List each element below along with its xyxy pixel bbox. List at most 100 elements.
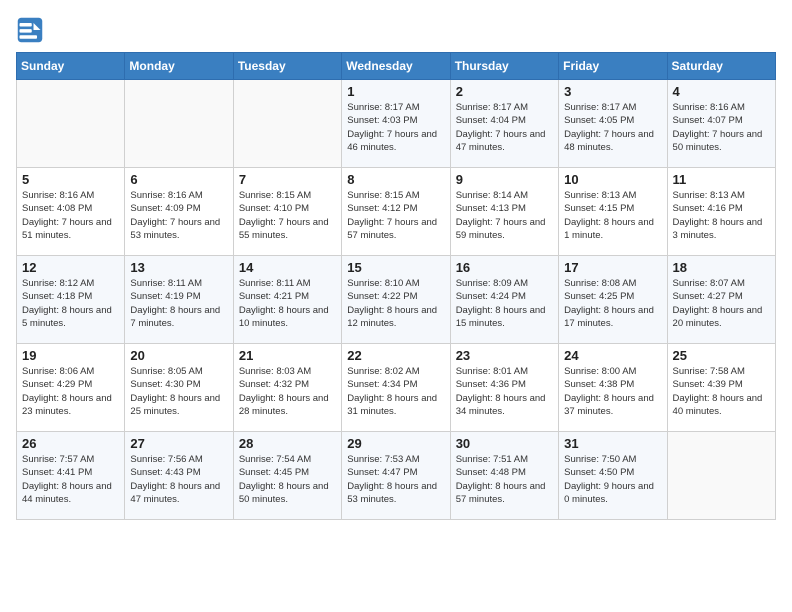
day-number: 19	[22, 348, 119, 363]
logo-icon	[16, 16, 44, 44]
day-number: 13	[130, 260, 227, 275]
day-info: Sunrise: 8:08 AM Sunset: 4:25 PM Dayligh…	[564, 277, 661, 330]
calendar-cell: 22 Sunrise: 8:02 AM Sunset: 4:34 PM Dayli…	[342, 344, 450, 432]
calendar-cell: 6 Sunrise: 8:16 AM Sunset: 4:09 PM Daylig…	[125, 168, 233, 256]
calendar-cell: 25Sunrise: 7:58 AM Sunset: 4:39 PM Dayli…	[667, 344, 775, 432]
day-number: 18	[673, 260, 770, 275]
calendar-cell: 20 Sunrise: 8:05 AM Sunset: 4:30 PM Dayli…	[125, 344, 233, 432]
calendar-cell: 4 Sunrise: 8:16 AM Sunset: 4:07 PM Daylig…	[667, 80, 775, 168]
calendar-cell: 9Sunrise: 8:14 AM Sunset: 4:13 PM Daylig…	[450, 168, 558, 256]
weekday-header: Wednesday	[342, 53, 450, 80]
day-number: 17	[564, 260, 661, 275]
day-info: Sunrise: 8:16 AM Sunset: 4:07 PM Dayligh…	[673, 101, 770, 154]
calendar-cell: 18Sunrise: 8:07 AM Sunset: 4:27 PM Dayli…	[667, 256, 775, 344]
calendar-cell: 2 Sunrise: 8:17 AM Sunset: 4:04 PM Daylig…	[450, 80, 558, 168]
day-number: 1	[347, 84, 444, 99]
day-info: Sunrise: 7:54 AM Sunset: 4:45 PM Dayligh…	[239, 453, 336, 506]
calendar-cell: 7 Sunrise: 8:15 AM Sunset: 4:10 PM Daylig…	[233, 168, 341, 256]
calendar-cell: 28 Sunrise: 7:54 AM Sunset: 4:45 PM Dayli…	[233, 432, 341, 520]
day-number: 24	[564, 348, 661, 363]
logo	[16, 16, 48, 44]
day-number: 16	[456, 260, 553, 275]
day-number: 29	[347, 436, 444, 451]
day-info: Sunrise: 8:17 AM Sunset: 4:04 PM Dayligh…	[456, 101, 553, 154]
calendar-cell: 24 Sunrise: 8:00 AM Sunset: 4:38 PM Dayli…	[559, 344, 667, 432]
day-info: Sunrise: 8:12 AM Sunset: 4:18 PM Dayligh…	[22, 277, 119, 330]
day-number: 30	[456, 436, 553, 451]
day-info: Sunrise: 8:13 AM Sunset: 4:16 PM Dayligh…	[673, 189, 770, 242]
day-info: Sunrise: 8:16 AM Sunset: 4:09 PM Dayligh…	[130, 189, 227, 242]
calendar-table: SundayMondayTuesdayWednesdayThursdayFrid…	[16, 52, 776, 520]
day-number: 14	[239, 260, 336, 275]
calendar-cell: 23 Sunrise: 8:01 AM Sunset: 4:36 PM Dayli…	[450, 344, 558, 432]
day-number: 2	[456, 84, 553, 99]
calendar-cell	[17, 80, 125, 168]
calendar-cell: 21 Sunrise: 8:03 AM Sunset: 4:32 PM Dayli…	[233, 344, 341, 432]
weekday-header: Sunday	[17, 53, 125, 80]
day-number: 12	[22, 260, 119, 275]
calendar-cell	[667, 432, 775, 520]
weekday-header: Saturday	[667, 53, 775, 80]
calendar-cell: 27 Sunrise: 7:56 AM Sunset: 4:43 PM Dayli…	[125, 432, 233, 520]
day-info: Sunrise: 8:17 AM Sunset: 4:05 PM Dayligh…	[564, 101, 661, 154]
day-number: 6	[130, 172, 227, 187]
day-info: Sunrise: 8:05 AM Sunset: 4:30 PM Dayligh…	[130, 365, 227, 418]
day-info: Sunrise: 8:15 AM Sunset: 4:12 PM Dayligh…	[347, 189, 444, 242]
day-info: Sunrise: 8:00 AM Sunset: 4:38 PM Dayligh…	[564, 365, 661, 418]
day-info: Sunrise: 8:14 AM Sunset: 4:13 PM Dayligh…	[456, 189, 553, 242]
day-number: 11	[673, 172, 770, 187]
day-number: 10	[564, 172, 661, 187]
day-number: 5	[22, 172, 119, 187]
day-info: Sunrise: 7:50 AM Sunset: 4:50 PM Dayligh…	[564, 453, 661, 506]
calendar-cell: 10 Sunrise: 8:13 AM Sunset: 4:15 PM Dayli…	[559, 168, 667, 256]
day-number: 27	[130, 436, 227, 451]
weekday-header: Friday	[559, 53, 667, 80]
calendar-cell: 3 Sunrise: 8:17 AM Sunset: 4:05 PM Daylig…	[559, 80, 667, 168]
calendar-cell: 1 Sunrise: 8:17 AM Sunset: 4:03 PM Daylig…	[342, 80, 450, 168]
calendar-cell: 15Sunrise: 8:10 AM Sunset: 4:22 PM Dayli…	[342, 256, 450, 344]
calendar-cell: 8 Sunrise: 8:15 AM Sunset: 4:12 PM Daylig…	[342, 168, 450, 256]
day-number: 21	[239, 348, 336, 363]
day-number: 3	[564, 84, 661, 99]
calendar-cell: 26 Sunrise: 7:57 AM Sunset: 4:41 PM Dayli…	[17, 432, 125, 520]
day-number: 26	[22, 436, 119, 451]
day-number: 23	[456, 348, 553, 363]
day-info: Sunrise: 7:57 AM Sunset: 4:41 PM Dayligh…	[22, 453, 119, 506]
calendar-cell: 19Sunrise: 8:06 AM Sunset: 4:29 PM Dayli…	[17, 344, 125, 432]
day-info: Sunrise: 8:16 AM Sunset: 4:08 PM Dayligh…	[22, 189, 119, 242]
day-info: Sunrise: 8:11 AM Sunset: 4:19 PM Dayligh…	[130, 277, 227, 330]
calendar-cell: 16 Sunrise: 8:09 AM Sunset: 4:24 PM Dayli…	[450, 256, 558, 344]
calendar-cell: 30 Sunrise: 7:51 AM Sunset: 4:48 PM Dayli…	[450, 432, 558, 520]
calendar-cell: 12 Sunrise: 8:12 AM Sunset: 4:18 PM Dayli…	[17, 256, 125, 344]
page-header	[16, 16, 776, 44]
calendar-cell: 14 Sunrise: 8:11 AM Sunset: 4:21 PM Dayli…	[233, 256, 341, 344]
day-info: Sunrise: 8:03 AM Sunset: 4:32 PM Dayligh…	[239, 365, 336, 418]
day-number: 4	[673, 84, 770, 99]
day-number: 20	[130, 348, 227, 363]
calendar-cell	[125, 80, 233, 168]
day-info: Sunrise: 8:10 AM Sunset: 4:22 PM Dayligh…	[347, 277, 444, 330]
day-number: 28	[239, 436, 336, 451]
day-info: Sunrise: 8:09 AM Sunset: 4:24 PM Dayligh…	[456, 277, 553, 330]
calendar-cell: 11 Sunrise: 8:13 AM Sunset: 4:16 PM Dayli…	[667, 168, 775, 256]
day-number: 31	[564, 436, 661, 451]
calendar-cell: 5 Sunrise: 8:16 AM Sunset: 4:08 PM Daylig…	[17, 168, 125, 256]
calendar-cell: 29Sunrise: 7:53 AM Sunset: 4:47 PM Dayli…	[342, 432, 450, 520]
weekday-header: Monday	[125, 53, 233, 80]
day-number: 7	[239, 172, 336, 187]
calendar-cell	[233, 80, 341, 168]
day-number: 22	[347, 348, 444, 363]
day-info: Sunrise: 7:56 AM Sunset: 4:43 PM Dayligh…	[130, 453, 227, 506]
calendar-cell: 17 Sunrise: 8:08 AM Sunset: 4:25 PM Dayli…	[559, 256, 667, 344]
day-info: Sunrise: 8:13 AM Sunset: 4:15 PM Dayligh…	[564, 189, 661, 242]
day-info: Sunrise: 7:58 AM Sunset: 4:39 PM Dayligh…	[673, 365, 770, 418]
calendar-cell: 13 Sunrise: 8:11 AM Sunset: 4:19 PM Dayli…	[125, 256, 233, 344]
day-info: Sunrise: 7:51 AM Sunset: 4:48 PM Dayligh…	[456, 453, 553, 506]
day-info: Sunrise: 8:01 AM Sunset: 4:36 PM Dayligh…	[456, 365, 553, 418]
day-info: Sunrise: 8:11 AM Sunset: 4:21 PM Dayligh…	[239, 277, 336, 330]
day-info: Sunrise: 8:17 AM Sunset: 4:03 PM Dayligh…	[347, 101, 444, 154]
day-number: 8	[347, 172, 444, 187]
weekday-header: Thursday	[450, 53, 558, 80]
day-info: Sunrise: 8:15 AM Sunset: 4:10 PM Dayligh…	[239, 189, 336, 242]
day-info: Sunrise: 8:02 AM Sunset: 4:34 PM Dayligh…	[347, 365, 444, 418]
